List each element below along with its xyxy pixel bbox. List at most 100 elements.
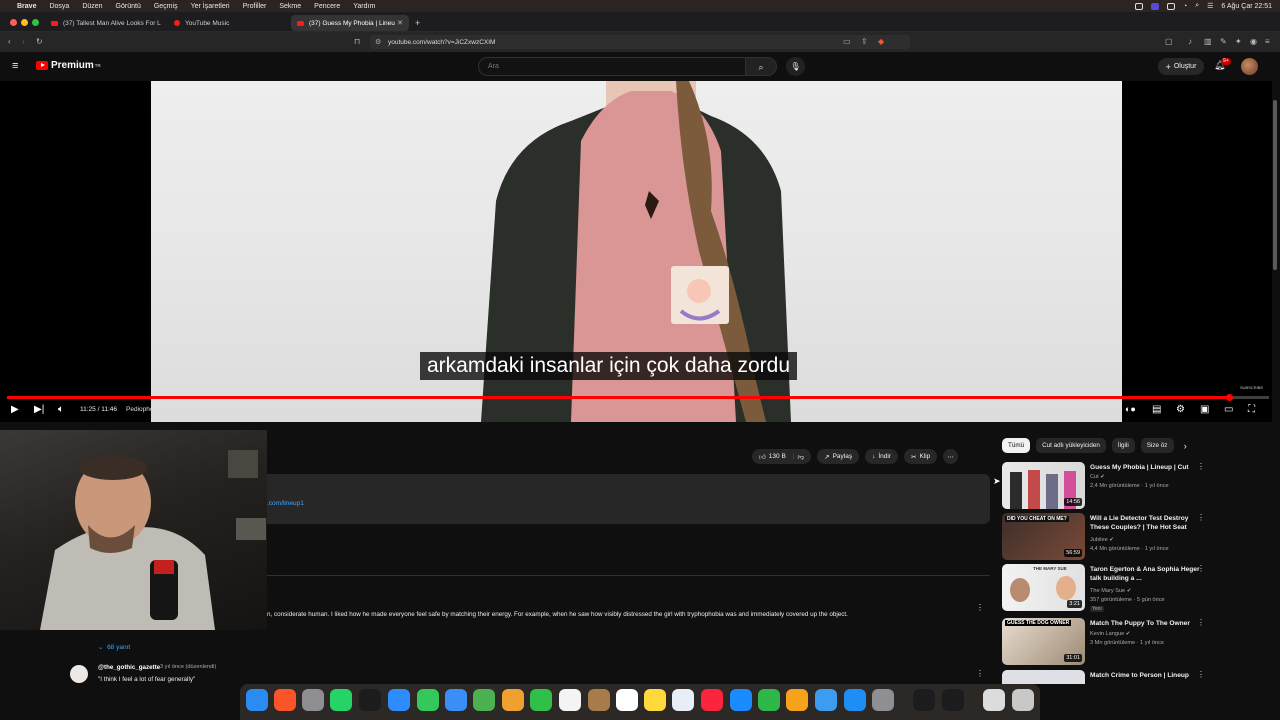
description-box[interactable]: [267, 474, 990, 524]
chip-related[interactable]: İlgili: [1111, 438, 1135, 453]
comment-author[interactable]: @the_gothic_gazette: [98, 664, 160, 671]
chip-all[interactable]: Tümü: [1002, 438, 1031, 453]
share-page-icon[interactable]: ⇪: [861, 37, 868, 46]
mail-icon[interactable]: [445, 689, 467, 711]
youtube-premium-logo[interactable]: Premium TR: [36, 60, 101, 71]
music-icon[interactable]: ♪: [1188, 37, 1192, 46]
like-button[interactable]: 👍︎ 130 B | 👎︎: [752, 449, 812, 464]
notes-icon[interactable]: [644, 689, 666, 711]
close-window-button[interactable]: [10, 19, 17, 26]
channel-name[interactable]: The Mary Sue ✔: [1090, 588, 1131, 594]
close-tab-icon[interactable]: ✕: [397, 19, 403, 27]
comment-more-icon[interactable]: ⋮: [976, 603, 984, 612]
cast-icon[interactable]: ▭: [843, 37, 851, 46]
facetime-icon[interactable]: [530, 689, 552, 711]
recommendation-item[interactable]: THE MARY SUE 3:21 Taron Egerton & Ana So…: [1002, 564, 1207, 614]
back-icon[interactable]: ‹: [8, 37, 11, 46]
thumbs-down-icon[interactable]: 👎︎: [798, 453, 805, 461]
comment-more-icon[interactable]: ⋮: [976, 669, 984, 678]
channel-name[interactable]: Cut ✔: [1090, 474, 1105, 480]
menu-brave[interactable]: Brave: [17, 3, 36, 10]
contacts-icon[interactable]: [588, 689, 610, 711]
menu-gecmis[interactable]: Geçmiş: [154, 3, 178, 10]
replies-toggle[interactable]: ⌄ 68 yanıt: [98, 643, 130, 651]
more-icon[interactable]: ⋮: [1197, 618, 1205, 627]
account-avatar[interactable]: [1241, 58, 1258, 75]
more-icon[interactable]: ⋮: [1197, 462, 1205, 471]
tab-youtube-music[interactable]: YouTube Music: [168, 15, 286, 31]
autoplay-toggle-icon[interactable]: ◐●: [1125, 404, 1136, 414]
safari-icon[interactable]: [815, 689, 837, 711]
recommendation-item[interactable]: 14:56 Guess My Phobia | Lineup | Cut Cut…: [1002, 462, 1207, 512]
reminders-icon[interactable]: [616, 689, 638, 711]
whatsapp-icon[interactable]: [330, 689, 352, 711]
sidebar-icon[interactable]: ▢: [1165, 37, 1173, 46]
chevron-right-icon[interactable]: ›: [1184, 441, 1187, 451]
comment-avatar[interactable]: [70, 665, 88, 683]
menu-dosya[interactable]: Dosya: [49, 3, 69, 10]
subscribe-watermark[interactable]: SUBSCRIBE: [1240, 385, 1263, 390]
display-icon[interactable]: [1166, 2, 1175, 10]
menu-duzen[interactable]: Düzen: [82, 3, 102, 10]
menu-profiller[interactable]: Profiller: [243, 3, 267, 10]
status-icon[interactable]: [1134, 2, 1143, 10]
play-icon[interactable]: ▶: [11, 404, 19, 415]
video-thumbnail[interactable]: DID YOU CHEAT ON ME? 56:59: [1002, 513, 1085, 560]
miniplayer-icon[interactable]: ▣: [1200, 404, 1209, 415]
video-thumbnail[interactable]: [1002, 670, 1085, 684]
screen-record-icon[interactable]: [1150, 2, 1159, 10]
chapter-button[interactable]: Pediophobia- fear of dolls ›: [126, 406, 204, 413]
recommendation-title[interactable]: Guess My Phobia | Lineup | Cut: [1090, 463, 1200, 472]
g-app-icon[interactable]: [942, 689, 964, 711]
forward-icon[interactable]: ›: [22, 37, 25, 46]
page-scrollbar[interactable]: [1273, 100, 1277, 270]
menu-sekme[interactable]: Sekme: [279, 3, 301, 10]
system-settings-icon[interactable]: [872, 689, 894, 711]
voice-search-button[interactable]: 🎙: [786, 57, 805, 76]
maps-icon[interactable]: [473, 689, 495, 711]
gear-icon[interactable]: ⚙: [1176, 404, 1185, 415]
zoom-app-icon[interactable]: [388, 689, 410, 711]
browser-menu-icon[interactable]: ≡: [1265, 37, 1270, 46]
recommendation-item[interactable]: GUESS THE DOG OWNER 31:01 Match The Pupp…: [1002, 618, 1207, 668]
reload-icon[interactable]: ↻: [36, 37, 43, 46]
trash-icon[interactable]: [1012, 689, 1034, 711]
more-icon[interactable]: ⋮: [1197, 564, 1205, 573]
more-icon[interactable]: ⋮: [1197, 670, 1205, 679]
menubar-clock[interactable]: 6 Ağu Çar 22:51: [1221, 3, 1272, 10]
brave-shields-icon[interactable]: ◆: [878, 37, 884, 46]
extensions-icon[interactable]: ✎: [1220, 37, 1227, 46]
panel-icon[interactable]: ▥: [1204, 37, 1212, 46]
create-button[interactable]: + Oluştur: [1158, 58, 1204, 75]
channel-name[interactable]: Kevin Langue ✔: [1090, 631, 1130, 637]
app-store-icon[interactable]: [844, 689, 866, 711]
minimize-window-button[interactable]: [21, 19, 28, 26]
calendar-icon[interactable]: [559, 689, 581, 711]
control-center-icon[interactable]: ☰: [1207, 2, 1213, 10]
messages-icon[interactable]: [417, 689, 439, 711]
chip-from-uploader[interactable]: Cut adlı yükleyiciden: [1036, 438, 1106, 453]
zoom-window-button[interactable]: [32, 19, 39, 26]
wifi-icon[interactable]: ◔: [1183, 3, 1187, 10]
theater-mode-icon[interactable]: ▭: [1224, 404, 1233, 415]
download-button[interactable]: ↓ İndir: [865, 449, 898, 464]
pages-icon[interactable]: [786, 689, 808, 711]
brave-icon[interactable]: [274, 689, 296, 711]
address-bar[interactable]: ⚙ youtube.com/watch?v=JiCZxwzCXIM: [370, 35, 910, 49]
music-app-icon[interactable]: [701, 689, 723, 711]
photos-icon[interactable]: [502, 689, 524, 711]
menu-yardim[interactable]: Yardım: [353, 3, 375, 10]
more-actions-button[interactable]: ⋯: [943, 449, 958, 464]
recommendation-title[interactable]: Will a Lie Detector Test Destroy These C…: [1090, 514, 1200, 532]
clip-button[interactable]: ✂ Klip: [903, 449, 938, 464]
freeform-icon[interactable]: [672, 689, 694, 711]
keynote-icon[interactable]: [730, 689, 752, 711]
app-icon[interactable]: [359, 689, 381, 711]
puzzle-icon[interactable]: ✦: [1235, 37, 1242, 46]
menu-pencere[interactable]: Pencere: [314, 3, 340, 10]
hamburger-icon[interactable]: ≡: [12, 60, 18, 72]
site-settings-icon[interactable]: ⚙: [375, 38, 381, 46]
recommendation-item[interactable]: DID YOU CHEAT ON ME? 56:59 Will a Lie De…: [1002, 513, 1207, 563]
share-button[interactable]: ↗ Paylaş: [817, 449, 860, 464]
bookmark-icon[interactable]: ⊓: [354, 37, 360, 46]
